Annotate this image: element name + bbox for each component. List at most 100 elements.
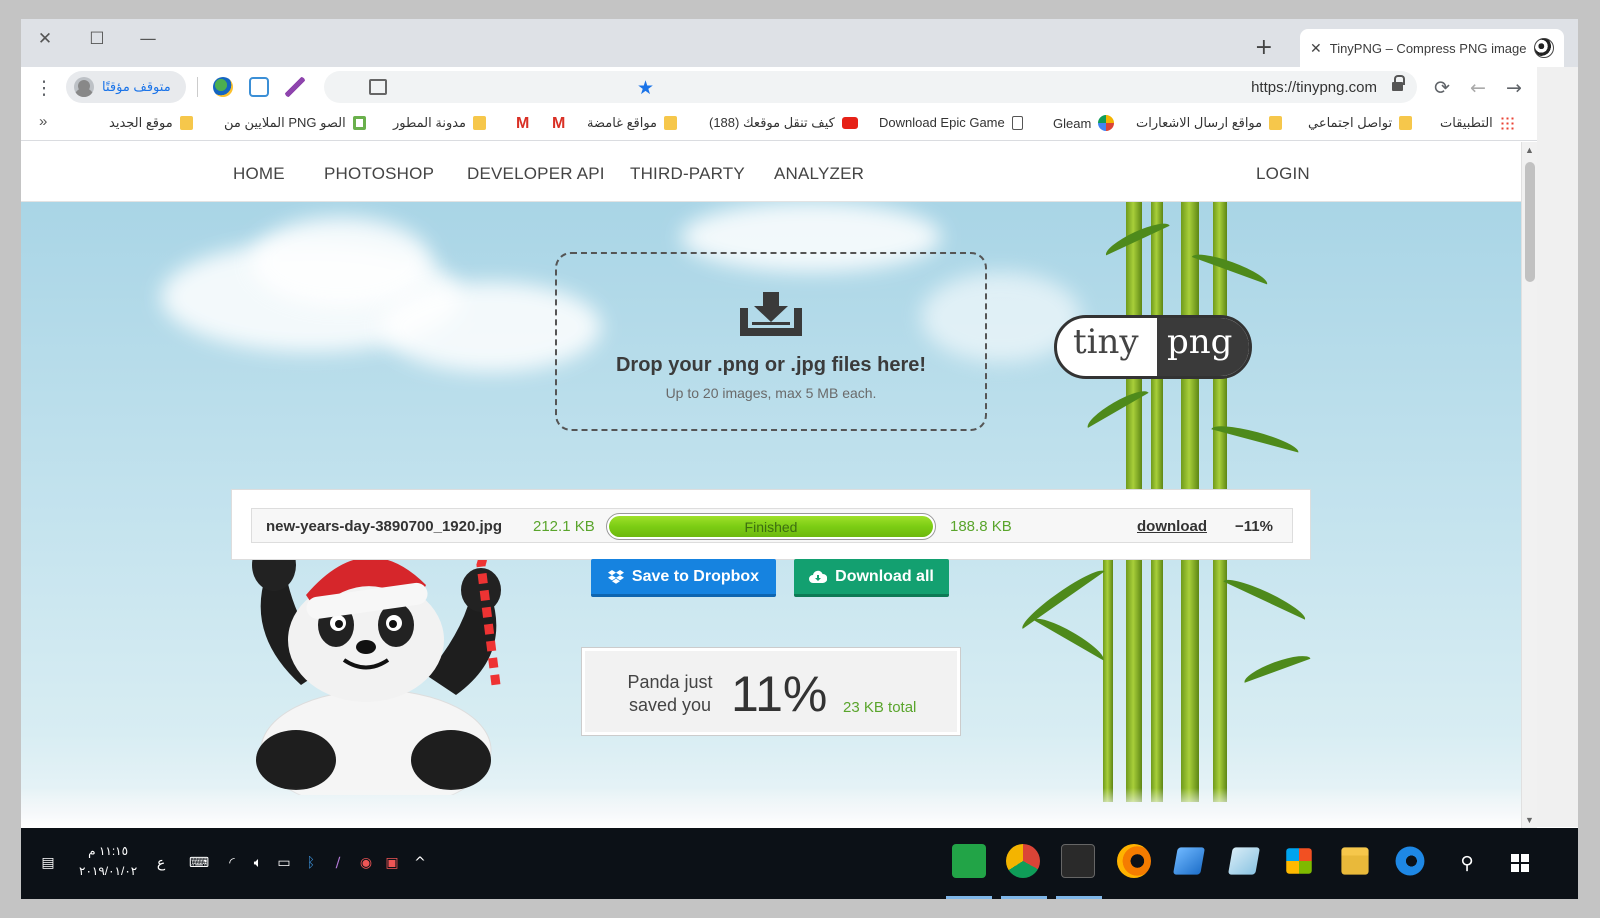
nav-login[interactable]: LOGIN [1256,164,1310,184]
nav-third-party[interactable]: THIRD-PARTY [630,164,745,184]
drop-zone-title: Drop your .png or .jpg files here! [615,354,927,376]
tinypng-logo: tiny png [1054,315,1252,379]
firefox-app-icon[interactable] [1117,844,1151,878]
profile-button[interactable]: متوقف مؤقتًا [66,71,186,103]
bamboo-leaf [1241,650,1311,683]
tab-title: TinyPNG – Compress PNG image [1329,40,1526,56]
windows-taskbar: ▤ ١١:١٥ م ٢٠١٩/٠١/٠٢ ع ⌨ ◜ 🔈︎ ▭ ᛒ ∕ ◉ ▣ … [21,828,1578,899]
bookmark-gmail[interactable]: M [516,115,529,133]
edge-app-icon[interactable] [1395,846,1425,876]
browser-tab[interactable]: TinyPNG – Compress PNG image ✕ [1300,29,1564,67]
notifications-icon[interactable]: ▤ [33,848,63,878]
cloud [251,217,431,307]
chrome-app-icon[interactable] [1006,844,1040,878]
tab-close-icon[interactable]: ✕ [1310,40,1322,57]
reload-icon[interactable]: ⟳ [1429,75,1455,101]
bookmark-label: Download Epic Game [879,115,1005,130]
menu-dots-icon[interactable]: ⋮ [31,75,57,101]
bookmark-item[interactable]: Download Epic Game [879,115,1023,130]
progress-status: Finished [744,518,798,535]
window-maximize-button[interactable]: ☐ [77,25,117,53]
bluetooth-icon[interactable]: ᛒ [301,848,321,878]
nav-home[interactable]: HOME [233,164,285,184]
app-icon[interactable] [1228,847,1260,875]
search-icon[interactable]: ⚲ [1452,848,1482,878]
volume-icon[interactable]: 🔈︎ [247,848,269,878]
tab-strip: ✕ ☐ — + TinyPNG – Compress PNG image ✕ [21,19,1578,67]
folder-icon [664,116,678,130]
download-link[interactable]: download [1137,518,1207,535]
bamboo-leaf [1223,573,1309,620]
wifi-icon[interactable]: ◜ [221,848,243,878]
gmail-icon: M [516,115,530,132]
taskbar-clock[interactable]: ١١:١٥ م ٢٠١٩/٠١/٠٢ [79,841,137,881]
bookmark-item[interactable]: Gleam [1053,115,1115,131]
scroll-thumb[interactable] [1525,162,1535,282]
bookmark-label: التطبيقات [1440,115,1493,130]
window-minimize-button[interactable]: — [128,25,168,53]
bookmark-label: تواصل اجتماعي [1308,115,1393,130]
address-bar[interactable]: ★ https://tinypng.com [324,71,1417,103]
bookmark-item[interactable]: مواقع ارسال الاشعارات [1136,115,1283,131]
bookmark-label: (188) كيف تنقل موقعك [709,115,835,130]
keyboard-icon[interactable]: ⌨ [185,848,213,878]
bookmark-label: مواقع ارسال الاشعارات [1136,115,1263,130]
drop-zone[interactable]: Drop your .png or .jpg files here! Up to… [555,252,987,431]
app-icon[interactable] [1173,847,1205,875]
reduction-percent: −11% [1235,518,1273,535]
epic-games-app-icon[interactable] [1061,844,1095,878]
scroll-up-icon[interactable]: ▲ [1525,145,1534,155]
page-icon [1011,115,1023,130]
extension-translate-icon[interactable] [249,77,269,97]
download-tray-icon [740,292,802,336]
bookmark-item[interactable]: الملايين من PNG الصو [224,115,366,131]
download-all-label: Download all [835,567,934,585]
file-explorer-app-icon[interactable] [1341,847,1369,875]
bookmark-item[interactable]: مدونة المطور [393,115,487,131]
battery-icon[interactable]: ▭ [273,848,295,878]
start-button[interactable] [1505,848,1535,878]
result-row: new-years-day-3890700_1920.jpg 212.1 KB … [251,508,1293,543]
show-hidden-icons[interactable]: ^ [409,848,431,878]
bookmark-item[interactable]: (188) كيف تنقل موقعك [709,115,858,131]
nav-developer-api[interactable]: DEVELOPER API [467,164,605,184]
savings-line-1: Panda just [627,672,713,692]
logo-text-tiny: tiny [1073,322,1139,362]
extension-feather-icon[interactable] [285,77,305,97]
hero-area: Drop your .png or .jpg files here! Up to… [21,202,1521,828]
store-app-icon[interactable] [1286,848,1312,874]
camtasia-app-icon[interactable] [952,844,986,878]
nav-photoshop[interactable]: PHOTOSHOP [324,164,434,184]
feather-tray-icon[interactable]: ∕ [327,848,349,878]
bookmark-item[interactable]: موقع الجديد [109,115,193,131]
language-indicator[interactable]: ع [151,848,171,878]
back-icon[interactable]: ← [1465,75,1491,101]
cast-icon[interactable] [369,79,387,95]
extension-globe-icon[interactable] [213,77,233,97]
bookmark-star-icon[interactable]: ★ [637,77,654,100]
bookmark-gmail[interactable]: M [552,115,565,133]
lock-icon[interactable] [1392,75,1405,93]
tray-app-icon[interactable]: ▣ [381,848,403,878]
bookmark-item[interactable]: مواقع غامضة [587,115,678,131]
forward-icon[interactable]: → [1501,75,1527,101]
result-panel: new-years-day-3890700_1920.jpg 212.1 KB … [231,489,1311,560]
progress-bar: Finished [606,513,936,540]
bamboo-leaf [1034,612,1108,661]
scroll-down-icon[interactable]: ▼ [1525,815,1534,825]
bookmark-item[interactable]: التطبيقات [1440,115,1514,131]
window-close-button[interactable]: ✕ [25,25,65,53]
page-scrollbar[interactable]: ▲ ▼ [1521,142,1537,828]
new-tab-button[interactable]: + [1255,35,1273,60]
drop-zone-subtitle: Up to 20 images, max 5 MB each. [665,385,877,401]
tray-app-icon[interactable]: ◉ [355,848,377,878]
bookmark-item[interactable]: تواصل اجتماعي [1308,115,1413,131]
tinypng-page: HOME PHOTOSHOP DEVELOPER API THIRD-PARTY… [21,142,1521,828]
nav-analyzer[interactable]: ANALYZER [774,164,864,184]
folder-icon [1269,116,1283,130]
save-to-dropbox-label: Save to Dropbox [631,567,760,585]
bamboo-stalk [1103,532,1113,802]
bookmarks-overflow-button[interactable]: » [39,113,47,130]
download-all-button[interactable]: Download all [794,559,949,597]
save-to-dropbox-button[interactable]: Save to Dropbox [591,559,776,597]
